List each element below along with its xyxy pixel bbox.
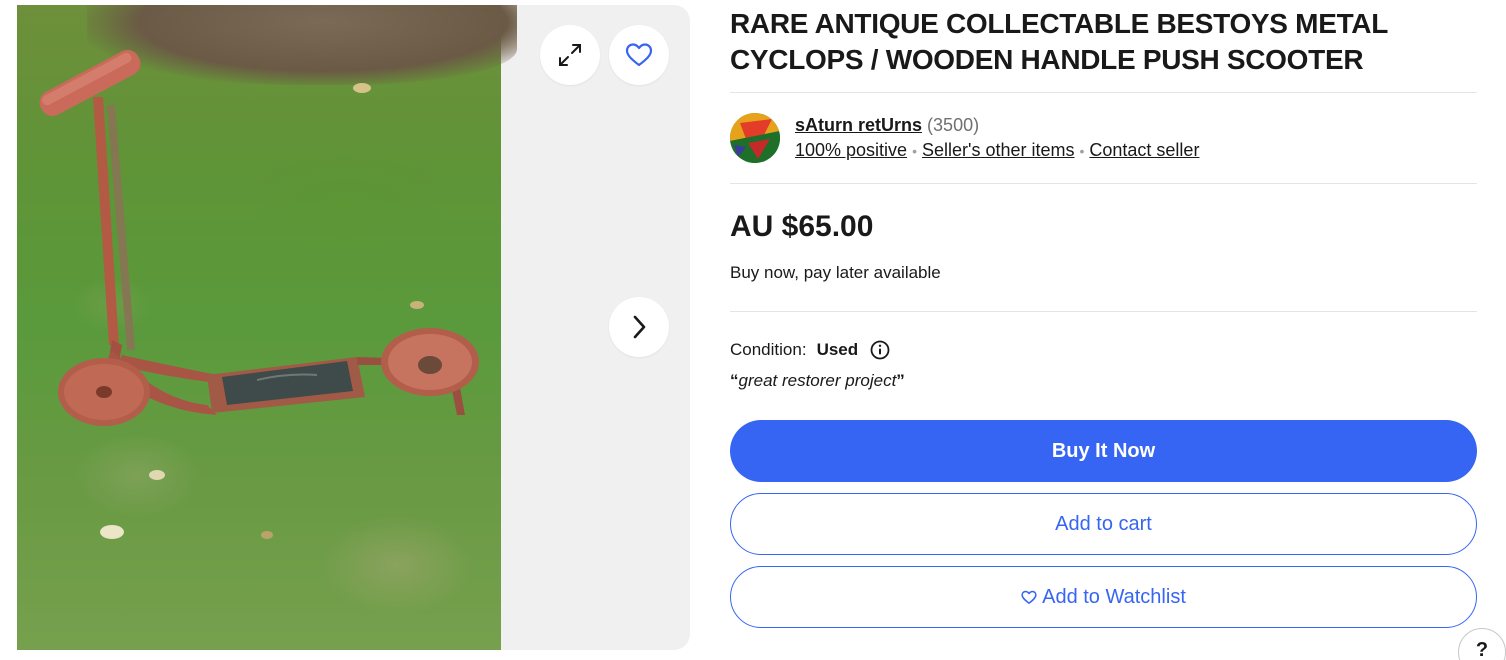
favorite-button[interactable] xyxy=(609,25,669,85)
expand-button[interactable] xyxy=(540,25,600,85)
condition-description: “great restorer project” xyxy=(730,369,905,393)
seller-other-items-link[interactable]: Seller's other items xyxy=(922,140,1075,160)
image-gallery xyxy=(17,5,690,650)
listing-photo[interactable] xyxy=(17,5,517,650)
separator-dot: • xyxy=(1079,143,1085,159)
divider xyxy=(730,183,1477,184)
heart-icon xyxy=(625,43,653,67)
add-to-watchlist-button[interactable]: Add to Watchlist xyxy=(730,566,1477,628)
avatar-image xyxy=(730,113,780,163)
open-quote: “ xyxy=(730,371,739,390)
expand-icon xyxy=(559,44,581,66)
condition-value: Used xyxy=(816,340,859,359)
buy-it-now-button[interactable]: Buy It Now xyxy=(730,420,1477,482)
seller-feedback-count: (3500) xyxy=(927,115,980,135)
heart-icon xyxy=(1021,590,1037,605)
contact-seller-link[interactable]: Contact seller xyxy=(1089,140,1199,160)
add-to-cart-button[interactable]: Add to cart xyxy=(730,493,1477,555)
divider xyxy=(730,311,1477,312)
seller-info: sAturn retUrns (3500) xyxy=(795,114,979,136)
help-button[interactable]: ? xyxy=(1458,628,1506,660)
chevron-right-icon xyxy=(633,315,646,339)
divider xyxy=(730,92,1477,93)
listing-title: RARE ANTIQUE COLLECTABLE BESTOYS METAL C… xyxy=(730,8,1388,75)
positive-feedback-link[interactable]: 100% positive xyxy=(795,140,907,160)
separator-dot: • xyxy=(912,143,917,159)
close-quote: ” xyxy=(896,371,905,390)
next-image-button[interactable] xyxy=(609,297,669,357)
watchlist-label: Add to Watchlist xyxy=(1042,585,1186,608)
condition-note: great restorer project xyxy=(738,371,897,390)
scooter-illustration xyxy=(39,49,479,539)
item-price: AU $65.00 xyxy=(730,210,874,243)
seller-avatar[interactable] xyxy=(730,113,780,163)
info-icon[interactable] xyxy=(870,340,890,360)
condition-row: Condition: Used xyxy=(730,338,890,362)
seller-name-link[interactable]: sAturn retUrns xyxy=(795,115,922,135)
condition-label: Condition: xyxy=(730,340,807,359)
seller-links: 100% positive • Seller's other items • Conta… xyxy=(795,139,1199,162)
bnpl-note: Buy now, pay later available xyxy=(730,263,941,282)
